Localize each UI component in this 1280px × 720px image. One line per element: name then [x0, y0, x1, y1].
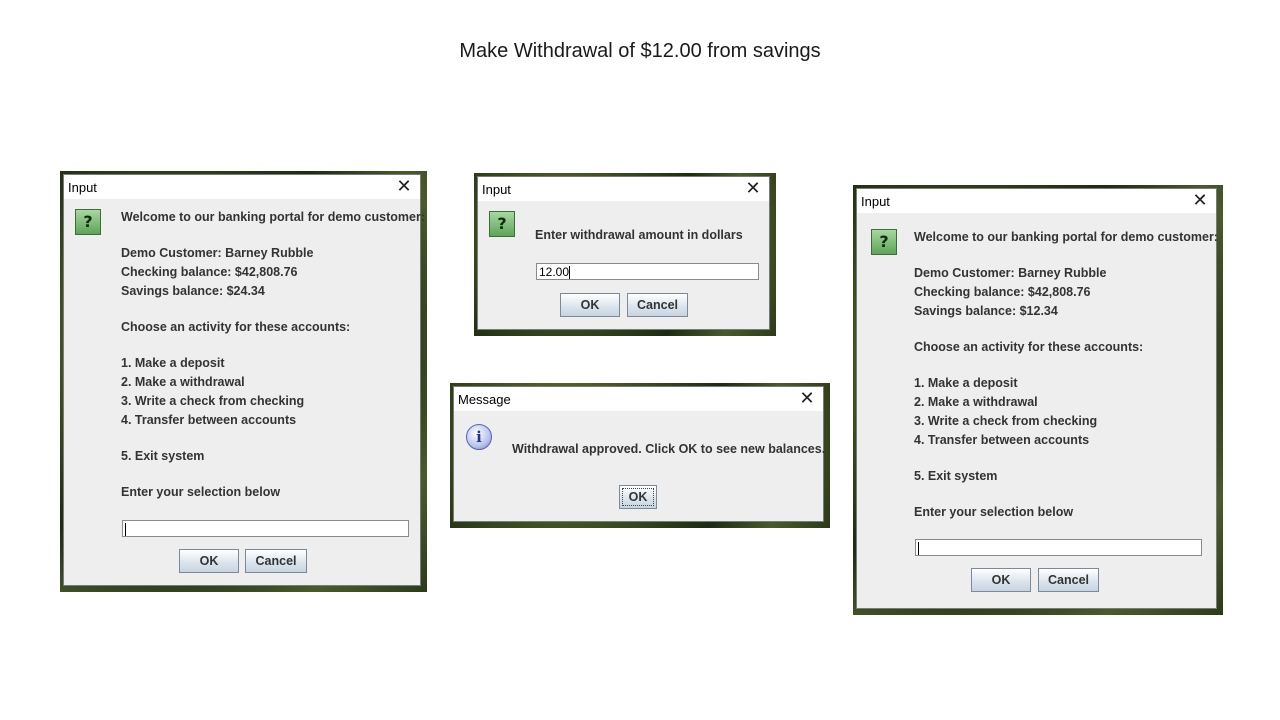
message-dialog: Message ✕ i Withdrawal approved. Click O… — [453, 386, 826, 522]
menu-dialog-after-frame: Input ✕ ? Welcome to our banking portal … — [853, 185, 1223, 615]
dialog-title: Input — [482, 182, 511, 197]
amount-prompt-text: Enter withdrawal amount in dollars — [535, 228, 743, 242]
enter-selection-text: Enter your selection below — [121, 485, 281, 499]
selection-input[interactable] — [915, 539, 1202, 556]
cancel-button[interactable]: Cancel — [1038, 568, 1099, 592]
menu-option-check: 3. Write a check from checking — [914, 414, 1098, 428]
menu-dialog-before-frame: Input ✕ ? Welcome to our banking portal … — [60, 171, 427, 592]
menu-option-withdrawal: 2. Make a withdrawal — [121, 375, 245, 389]
slide-title: Make Withdrawal of $12.00 from savings — [459, 40, 821, 62]
amount-input-value: 12.00 — [539, 265, 570, 279]
amount-dialog: Input ✕ ? Enter withdrawal amount in dol… — [477, 176, 770, 330]
question-icon: ? — [75, 209, 101, 235]
dialog-titlebar[interactable]: Input ✕ — [64, 175, 420, 199]
approval-message-text: Withdrawal approved. Click OK to see new… — [512, 442, 826, 456]
customer-name-text: Demo Customer: Barney Rubble — [914, 266, 1107, 280]
dialog-title: Message — [458, 392, 511, 407]
dialog-titlebar[interactable]: Message ✕ — [454, 387, 823, 411]
ok-button[interactable]: OK — [179, 549, 239, 573]
dialog-title: Input — [68, 180, 97, 195]
menu-option-deposit: 1. Make a deposit — [914, 376, 1018, 390]
close-icon[interactable]: ✕ — [394, 176, 414, 196]
checking-balance-text: Checking balance: $42,808.76 — [914, 285, 1091, 299]
choose-activity-text: Choose an activity for these accounts: — [121, 320, 351, 334]
menu-option-exit: 5. Exit system — [914, 469, 998, 483]
cancel-button[interactable]: Cancel — [627, 293, 688, 317]
menu-dialog-after: Input ✕ ? Welcome to our banking portal … — [856, 188, 1218, 609]
dialog-title: Input — [861, 194, 890, 209]
text-caret — [125, 523, 126, 537]
dialog-titlebar[interactable]: Input ✕ — [857, 189, 1216, 213]
amount-dialog-frame: Input ✕ ? Enter withdrawal amount in dol… — [474, 173, 776, 336]
selection-input[interactable] — [122, 520, 409, 537]
question-icon: ? — [871, 229, 897, 255]
choose-activity-text: Choose an activity for these accounts: — [914, 340, 1144, 354]
message-dialog-frame: Message ✕ i Withdrawal approved. Click O… — [450, 383, 830, 528]
menu-option-exit: 5. Exit system — [121, 449, 205, 463]
text-caret — [918, 542, 919, 556]
menu-option-deposit: 1. Make a deposit — [121, 356, 225, 370]
close-icon[interactable]: ✕ — [743, 178, 763, 198]
menu-option-transfer: 4. Transfer between accounts — [914, 433, 1090, 447]
ok-button[interactable]: OK — [971, 568, 1031, 592]
question-icon: ? — [489, 211, 515, 237]
close-icon[interactable]: ✕ — [797, 388, 817, 408]
customer-name-text: Demo Customer: Barney Rubble — [121, 246, 314, 260]
amount-input[interactable]: 12.00 — [536, 263, 759, 280]
dialog-titlebar[interactable]: Input ✕ — [478, 177, 769, 201]
menu-option-check: 3. Write a check from checking — [121, 394, 305, 408]
savings-balance-text: Savings balance: $12.34 — [914, 304, 1058, 318]
ok-button[interactable]: OK — [560, 293, 620, 317]
checking-balance-text: Checking balance: $42,808.76 — [121, 265, 298, 279]
text-caret — [569, 266, 571, 280]
info-icon: i — [466, 424, 492, 450]
menu-dialog-before: Input ✕ ? Welcome to our banking portal … — [63, 174, 425, 586]
savings-balance-text: Savings balance: $24.34 — [121, 284, 265, 298]
cancel-button[interactable]: Cancel — [245, 549, 307, 573]
menu-option-withdrawal: 2. Make a withdrawal — [914, 395, 1038, 409]
welcome-text: Welcome to our banking portal for demo c… — [121, 210, 425, 224]
close-icon[interactable]: ✕ — [1190, 190, 1210, 210]
enter-selection-text: Enter your selection below — [914, 505, 1074, 519]
welcome-text: Welcome to our banking portal for demo c… — [914, 230, 1218, 244]
menu-option-transfer: 4. Transfer between accounts — [121, 413, 297, 427]
ok-button[interactable]: OK — [619, 485, 657, 509]
